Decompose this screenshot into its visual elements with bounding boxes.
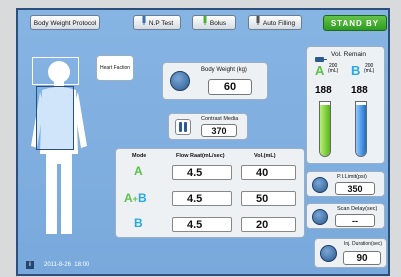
inj-duration-value[interactable]: 90 xyxy=(343,251,381,265)
syringe-icon xyxy=(202,16,208,31)
syringe-b-remaining: 188 xyxy=(351,85,368,96)
syringe-b-tube xyxy=(355,101,367,157)
footer-datetime: 2011-8-26 18:00 xyxy=(44,262,90,268)
inj-duration-panel[interactable]: Inj. Duration(sec) 90 xyxy=(314,238,387,268)
protocol-label: Body Weight Protocol xyxy=(33,20,97,27)
syringe-icon xyxy=(255,16,261,31)
info-icon[interactable]: i xyxy=(26,261,34,269)
syringe-a-tube xyxy=(319,101,331,157)
bolus-label: Bolus xyxy=(209,20,227,28)
body-weight-panel[interactable]: Body Weight (kg) 60 xyxy=(162,62,268,100)
mode-ab-label: A+B xyxy=(124,191,147,205)
flow-rate-field[interactable]: 4.5 xyxy=(172,165,232,180)
pi-limit-panel[interactable]: P.I.Limit(psi) 350 xyxy=(306,171,385,197)
syringe-a-fill xyxy=(320,105,330,156)
vol-remain-title: Vol. Remain xyxy=(331,51,367,58)
contrast-media-panel[interactable]: Contrast Media 370 xyxy=(168,113,248,140)
auto-filling-button[interactable]: Auto Filling xyxy=(248,15,302,30)
syringe-icon xyxy=(141,16,147,31)
contrast-media-value[interactable]: 370 xyxy=(201,124,237,137)
head-region-outline xyxy=(32,57,79,85)
volume-field[interactable]: 20 xyxy=(241,217,296,232)
scan-delay-label: Scan Delay(sec) xyxy=(337,206,378,212)
status-badge: STAND BY xyxy=(323,15,387,31)
volume-field[interactable]: 50 xyxy=(241,191,296,206)
mode-ab-a: A xyxy=(124,191,133,205)
scale-icon xyxy=(170,71,190,91)
syringe-a-remaining: 188 xyxy=(315,85,332,96)
mode-header: Mode xyxy=(132,153,147,159)
syringe-b-capacity: 200 (mL) xyxy=(364,64,374,74)
heart-faction-button[interactable]: Heart Faction xyxy=(96,55,134,81)
inj-duration-label: Inj. Duration(sec) xyxy=(344,241,383,247)
scan-icon xyxy=(312,209,328,225)
pressure-icon xyxy=(312,177,328,193)
clock-icon xyxy=(320,245,337,262)
syringe-a-letter: A xyxy=(315,63,325,78)
bolus-button[interactable]: Bolus xyxy=(192,15,236,30)
mode-ab-b: B xyxy=(137,191,147,205)
syringe-b-capacity-unit: (mL) xyxy=(364,68,375,74)
scan-delay-value[interactable]: -- xyxy=(335,214,375,227)
volume-field[interactable]: 40 xyxy=(241,165,296,180)
contrast-media-label: Contrast Media xyxy=(201,116,239,122)
pi-limit-value[interactable]: 350 xyxy=(335,182,375,195)
np-test-label: N.P Test xyxy=(148,20,174,28)
device-frame: Body Weight Protocol N.P Test Bolus Auto… xyxy=(0,0,401,277)
flow-rate-field[interactable]: 4.5 xyxy=(172,191,232,206)
vol-header: Vol.(mL) xyxy=(254,153,276,159)
heart-faction-label: Heart Faction xyxy=(100,65,131,71)
chest-region-highlight[interactable] xyxy=(36,86,74,150)
syringe-b-letter: B xyxy=(351,63,361,78)
body-weight-value[interactable]: 60 xyxy=(208,79,252,95)
mode-table: Mode Flow Raat(mL/sec) Vol.(mL) A 4.5 40… xyxy=(115,148,305,238)
syringe-a-capacity-unit: (mL) xyxy=(328,68,339,74)
flow-header: Flow Raat(mL/sec) xyxy=(176,153,225,159)
np-test-button[interactable]: N.P Test xyxy=(133,15,181,30)
scan-delay-panel[interactable]: Scan Delay(sec) -- xyxy=(306,203,385,229)
injector-screen: Body Weight Protocol N.P Test Bolus Auto… xyxy=(16,8,390,276)
body-weight-label: Body Weight (kg) xyxy=(201,67,247,73)
pi-limit-label: P.I.Limit(psi) xyxy=(337,174,367,180)
flow-rate-field[interactable]: 4.5 xyxy=(172,217,232,232)
mode-a-label: A xyxy=(134,164,143,178)
protocol-button[interactable]: Body Weight Protocol xyxy=(30,15,100,30)
vol-remain-panel: Vol. Remain A 200 (mL) B 200 (mL) 188 188 xyxy=(306,46,385,164)
vials-icon xyxy=(175,119,191,135)
syringe-a-capacity: 200 (mL) xyxy=(328,64,338,74)
syringe-b-fill xyxy=(356,105,366,156)
auto-filling-label: Auto Filling xyxy=(262,20,296,28)
mode-b-label: B xyxy=(134,216,143,230)
